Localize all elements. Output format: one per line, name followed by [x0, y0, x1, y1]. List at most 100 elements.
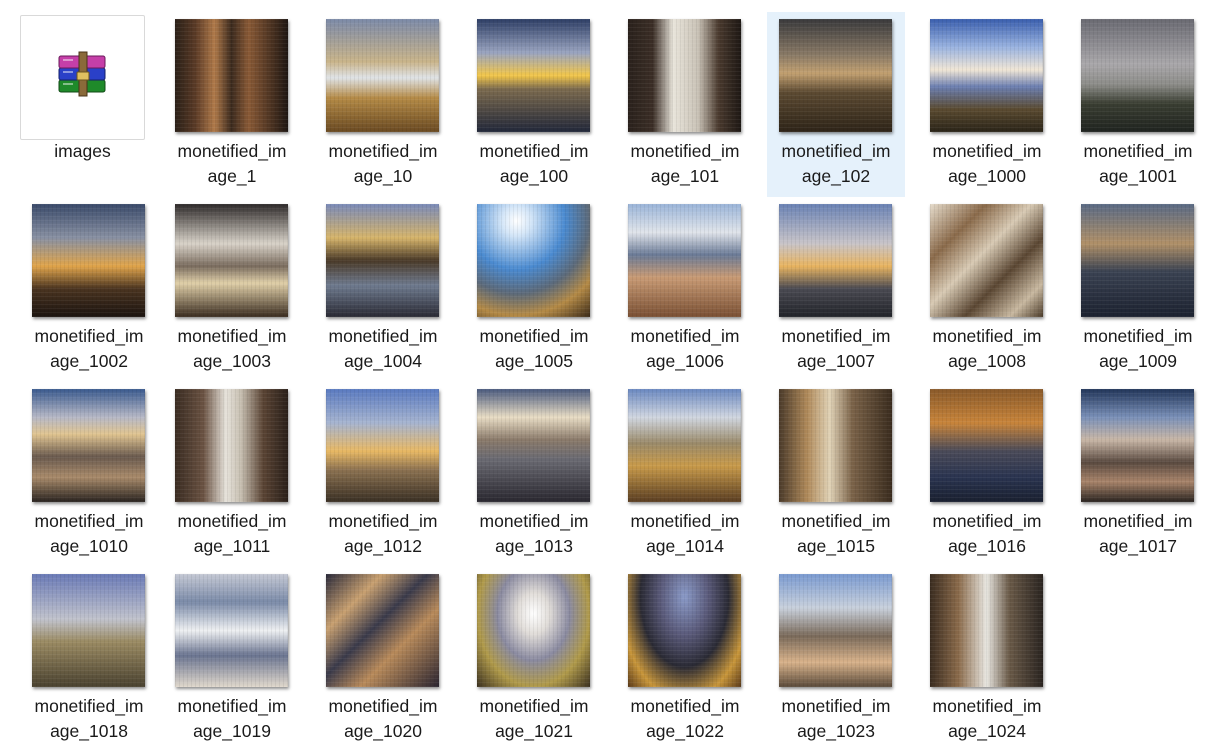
file-name-line-1: monetified_im	[630, 141, 740, 161]
file-name-line-1: monetified_im	[630, 326, 740, 346]
file-name-line-1: monetified_im	[177, 141, 287, 161]
thumbnail-texture	[628, 204, 741, 317]
file-name-line-1: monetified_im	[177, 326, 287, 346]
file-item-image[interactable]: monetified_im age_1002	[20, 197, 158, 382]
file-name: monetified_im age_1006	[616, 324, 754, 374]
file-name: monetified_im age_1008	[918, 324, 1056, 374]
image-thumbnail	[628, 389, 741, 502]
file-item-image[interactable]: monetified_im age_1017	[1069, 382, 1207, 567]
file-item-image[interactable]: monetified_im age_101	[616, 12, 754, 197]
file-item-image[interactable]: monetified_im age_102	[767, 12, 905, 197]
thumbnail-texture	[175, 574, 288, 687]
file-name: monetified_im age_1005	[465, 324, 603, 374]
image-thumbnail	[326, 574, 439, 687]
file-name-line-2: age_1015	[797, 536, 875, 556]
thumbnail-texture	[779, 389, 892, 502]
file-name-line-1: monetified_im	[630, 511, 740, 531]
file-name: monetified_im age_1003	[163, 324, 301, 374]
file-item-image[interactable]: monetified_im age_1022	[616, 567, 754, 752]
file-item-image[interactable]: monetified_im age_1016	[918, 382, 1056, 567]
file-item-image[interactable]: monetified_im age_1000	[918, 12, 1056, 197]
file-item-image[interactable]: monetified_im age_1008	[918, 197, 1056, 382]
file-item-image[interactable]: monetified_im age_1024	[918, 567, 1056, 752]
image-thumbnail	[1081, 389, 1194, 502]
file-name: monetified_im age_1011	[163, 509, 301, 559]
file-name: monetified_im age_1009	[1069, 324, 1207, 374]
file-name: monetified_im age_1001	[1069, 139, 1207, 189]
image-thumbnail	[628, 19, 741, 132]
image-thumbnail	[477, 574, 590, 687]
image-thumbnail	[32, 204, 145, 317]
file-name: images	[54, 141, 111, 161]
file-item-image[interactable]: monetified_im age_1010	[20, 382, 158, 567]
image-thumbnail	[930, 389, 1043, 502]
file-name-line-2: age_1019	[193, 721, 271, 741]
file-name-line-1: monetified_im	[177, 511, 287, 531]
file-item-archive[interactable]: images	[20, 12, 145, 197]
file-name-line-1: monetified_im	[479, 511, 589, 531]
file-name-line-2: age_1022	[646, 721, 724, 741]
file-name-line-1: monetified_im	[932, 696, 1042, 716]
file-name-line-2: age_1	[207, 166, 257, 186]
file-item-image[interactable]: monetified_im age_1003	[163, 197, 301, 382]
file-name-line-2: age_1023	[797, 721, 875, 741]
thumbnail-texture	[930, 204, 1043, 317]
file-name-line-2: age_1004	[344, 351, 422, 371]
file-item-image[interactable]: monetified_im age_1012	[314, 382, 452, 567]
file-name-line-2: age_1009	[1099, 351, 1177, 371]
file-name-line-2: age_1018	[50, 721, 128, 741]
file-name-line-2: age_1010	[50, 536, 128, 556]
thumbnail-texture	[628, 19, 741, 132]
file-item-image[interactable]: monetified_im age_1014	[616, 382, 754, 567]
thumbnail-texture	[477, 574, 590, 687]
file-name-line-2: age_1001	[1099, 166, 1177, 186]
file-name: monetified_im age_101	[616, 139, 754, 189]
file-name-line-2: age_1000	[948, 166, 1026, 186]
file-name: monetified_im age_1012	[314, 509, 452, 559]
image-thumbnail	[175, 19, 288, 132]
file-name-line-1: monetified_im	[479, 141, 589, 161]
file-item-image[interactable]: monetified_im age_1	[163, 12, 301, 197]
image-thumbnail	[326, 204, 439, 317]
image-thumbnail	[628, 574, 741, 687]
image-thumbnail	[779, 204, 892, 317]
thumbnail-texture	[930, 574, 1043, 687]
file-name-line-1: monetified_im	[479, 326, 589, 346]
file-name: monetified_im age_1014	[616, 509, 754, 559]
image-thumbnail	[175, 574, 288, 687]
file-item-image[interactable]: monetified_im age_1007	[767, 197, 905, 382]
file-item-image[interactable]: monetified_im age_1009	[1069, 197, 1207, 382]
thumbnail-texture	[32, 574, 145, 687]
file-name-line-2: age_101	[650, 166, 720, 186]
file-name-line-2: age_1005	[495, 351, 573, 371]
file-name: monetified_im age_1018	[20, 694, 158, 744]
file-name-line-1: monetified_im	[781, 141, 891, 161]
file-item-image[interactable]: monetified_im age_1004	[314, 197, 452, 382]
file-item-image[interactable]: monetified_im age_1013	[465, 382, 603, 567]
file-name-line-2: age_1006	[646, 351, 724, 371]
file-item-image[interactable]: monetified_im age_10	[314, 12, 452, 197]
file-item-image[interactable]: monetified_im age_1005	[465, 197, 603, 382]
file-item-image[interactable]: monetified_im age_1021	[465, 567, 603, 752]
file-item-image[interactable]: monetified_im age_1020	[314, 567, 452, 752]
thumbnail-texture	[779, 204, 892, 317]
file-item-image[interactable]: monetified_im age_1023	[767, 567, 905, 752]
file-name-line-1: monetified_im	[630, 696, 740, 716]
thumbnail-texture	[779, 574, 892, 687]
file-name-line-2: age_1012	[344, 536, 422, 556]
file-item-image[interactable]: monetified_im age_1001	[1069, 12, 1207, 197]
file-name-line-1: monetified_im	[932, 511, 1042, 531]
file-item-image[interactable]: monetified_im age_100	[465, 12, 603, 197]
image-thumbnail	[779, 389, 892, 502]
file-name: monetified_im age_1000	[918, 139, 1056, 189]
file-name-line-1: monetified_im	[328, 326, 438, 346]
file-name-line-2: age_10	[353, 166, 413, 186]
file-name-line-2: age_1003	[193, 351, 271, 371]
file-item-image[interactable]: monetified_im age_1006	[616, 197, 754, 382]
image-thumbnail	[930, 574, 1043, 687]
file-item-image[interactable]: monetified_im age_1015	[767, 382, 905, 567]
file-item-image[interactable]: monetified_im age_1011	[163, 382, 301, 567]
file-item-image[interactable]: monetified_im age_1018	[20, 567, 158, 752]
file-item-image[interactable]: monetified_im age_1019	[163, 567, 301, 752]
image-thumbnail	[32, 389, 145, 502]
